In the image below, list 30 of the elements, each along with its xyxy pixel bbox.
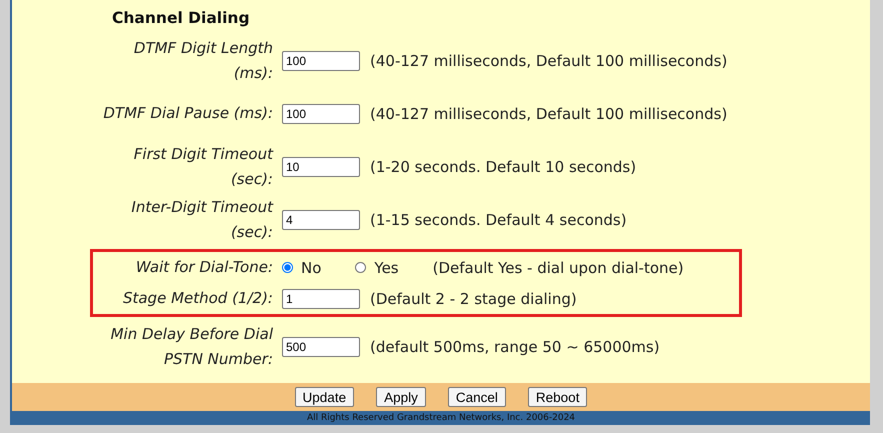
- radio-button[interactable]: [282, 262, 293, 273]
- input-field[interactable]: 100: [282, 104, 360, 124]
- radio-button[interactable]: [355, 262, 366, 273]
- field-label: Inter-Digit Timeout (sec):: [130, 196, 273, 242]
- hint-text: (40-127 milliseconds, Default 100 milliseconds): [370, 104, 728, 122]
- field-label: Min Delay Before Dial PSTN Number:: [110, 324, 273, 370]
- input-field[interactable]: 1: [282, 288, 360, 308]
- radio-option[interactable]: Yes: [355, 258, 399, 276]
- action-button[interactable]: Update: [294, 387, 354, 407]
- action-button[interactable]: Cancel: [448, 387, 506, 407]
- field-label: Wait for Dial-Tone:: [134, 257, 273, 278]
- hint-text: (Default Yes - dial upon dial-tone): [432, 258, 684, 276]
- hint-text: (1-20 seconds. Default 10 seconds): [370, 158, 636, 176]
- hint-text: (default 500ms, range 50 ~ 65000ms): [370, 338, 660, 356]
- input-field[interactable]: 10: [282, 156, 360, 176]
- input-field[interactable]: 4: [282, 210, 360, 230]
- field-label: DTMF Digit Length (ms):: [132, 38, 273, 84]
- field-label: Stage Method (1/2):: [122, 288, 273, 309]
- field-label: DTMF Dial Pause (ms):: [102, 103, 273, 124]
- action-button[interactable]: Apply: [376, 387, 426, 407]
- hint-text: (1-15 seconds. Default 4 seconds): [370, 210, 627, 228]
- field-label: First Digit Timeout (sec):: [132, 144, 273, 190]
- hint-text: (Default 2 - 2 stage dialing): [370, 290, 577, 308]
- hint-text: (40-127 milliseconds, Default 100 milliseconds): [370, 52, 728, 70]
- radio-option[interactable]: No: [282, 258, 322, 276]
- section-title: Channel Dialing: [112, 8, 251, 29]
- input-field[interactable]: 100: [282, 50, 360, 70]
- action-button[interactable]: Reboot: [528, 387, 588, 407]
- input-field[interactable]: 500: [282, 336, 360, 356]
- copyright-text: All Rights Reserved Grandstream Networks, Inc. 2006-2024: [12, 411, 870, 425]
